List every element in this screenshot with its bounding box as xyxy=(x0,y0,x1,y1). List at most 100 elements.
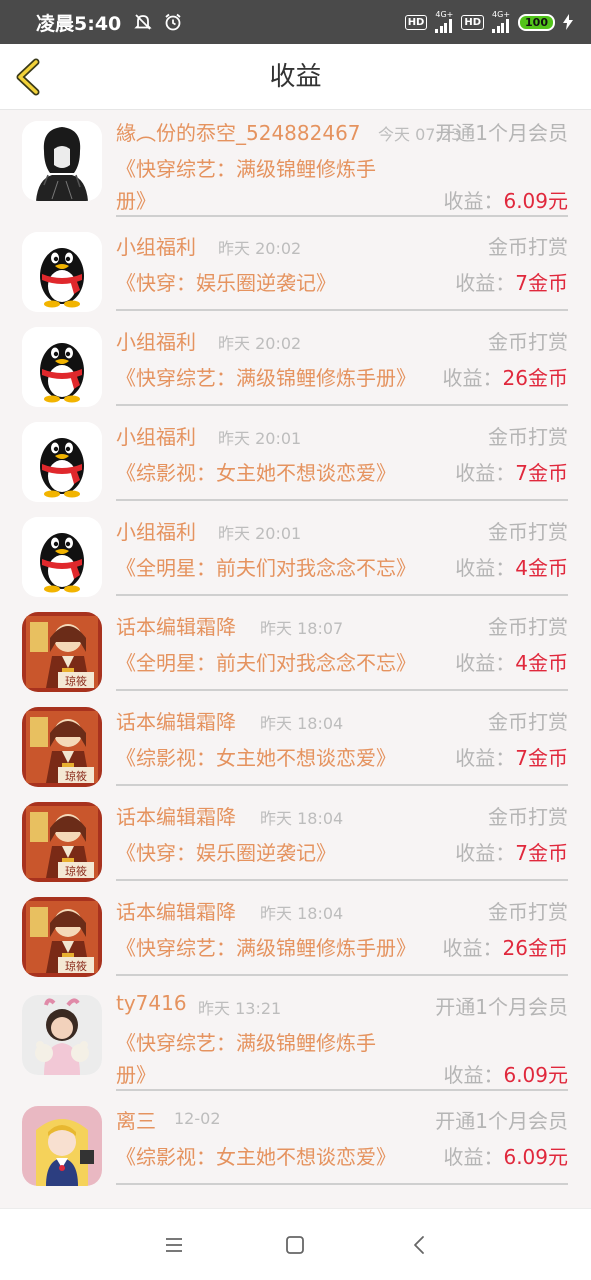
book-title[interactable]: 《快穿：娱乐圈逆袭记》 xyxy=(116,267,336,299)
menu-icon[interactable] xyxy=(160,1231,188,1259)
book-title[interactable]: 《综影视：女主她不想谈恋爱》 xyxy=(116,742,396,774)
book-title[interactable]: 《全明星：前夫们对我念念不忘》 xyxy=(116,647,416,679)
earning-item[interactable]: 离三 12-02 开通1个月会员 《综影视：女主她不想谈恋爱》 收益：6.09元 xyxy=(0,1103,591,1198)
earning-item[interactable]: 小组福利 昨天 20:02 金币打赏 《快穿：娱乐圈逆袭记》 收益：7金币 xyxy=(0,229,591,324)
username[interactable]: 话本编辑霜降 xyxy=(116,896,236,925)
earning-item[interactable]: 小组福利 昨天 20:01 金币打赏 《综影视：女主她不想谈恋爱》 收益：7金币 xyxy=(0,419,591,514)
earning-item[interactable]: 小组福利 昨天 20:02 金币打赏 《快穿综艺：满级锦鲤修炼手册》 收益：26金币 xyxy=(0,324,591,419)
earning-amount: 收益：4金币 xyxy=(455,552,568,584)
earning-type: 开通1个月会员 xyxy=(435,1109,568,1133)
earning-item[interactable]: 琼筱 话本编辑霜降 昨天 18:04 金币打赏 《快穿综艺：满级锦鲤修炼手册》 收益：2… xyxy=(0,894,591,989)
signal-2: 4G+ xyxy=(492,11,510,33)
earning-amount: 收益：7金币 xyxy=(455,837,568,869)
svg-text:琼筱: 琼筱 xyxy=(65,959,87,973)
earning-label: 收益： xyxy=(443,1145,504,1169)
timestamp: 昨天 18:04 xyxy=(260,809,344,828)
book-title[interactable]: 《快穿综艺：满级锦鲤修炼手 xyxy=(116,1027,376,1059)
avatar[interactable]: 琼筱 xyxy=(22,897,102,977)
book-title-continued[interactable]: 册》 xyxy=(116,185,156,217)
avatar[interactable] xyxy=(22,327,102,407)
username[interactable]: 小组福利 xyxy=(116,516,196,545)
timestamp: 昨天 18:04 xyxy=(260,714,344,733)
username[interactable]: 小组福利 xyxy=(116,421,196,450)
earning-label: 收益： xyxy=(455,556,516,580)
username[interactable]: 小组福利 xyxy=(116,231,196,260)
timestamp: 昨天 20:02 xyxy=(218,334,302,353)
battery-indicator: 100 xyxy=(518,13,555,31)
book-title[interactable]: 《综影视：女主她不想谈恋爱》 xyxy=(116,457,396,489)
username[interactable]: 离三 xyxy=(116,1105,156,1134)
book-title[interactable]: 《综影视：女主她不想谈恋爱》 xyxy=(116,1141,396,1173)
earning-item[interactable]: 琼筱 话本编辑霜降 昨天 18:04 金币打赏《综影视：女主她不想谈恋爱》 收益：7金… xyxy=(0,704,591,799)
earning-label: 收益： xyxy=(443,1063,504,1087)
avatar[interactable] xyxy=(22,517,102,597)
username[interactable]: ty7416 xyxy=(116,991,187,1015)
avatar[interactable] xyxy=(22,1106,102,1186)
book-title[interactable]: 《全明星：前夫们对我念念不忘》 xyxy=(116,552,416,584)
earnings-list[interactable]: 緣︵份的忝空_524882467 今天 07:23 开通1个月会员 《快穿综艺：满级锦… xyxy=(0,110,591,1208)
avatar[interactable] xyxy=(22,422,102,502)
hd-badge-1: HD xyxy=(404,14,428,30)
book-title[interactable]: 《快穿综艺：满级锦鲤修炼手册》 xyxy=(116,932,416,964)
book-title[interactable]: 《快穿：娱乐圈逆袭记》 xyxy=(116,837,336,869)
svg-text:琼筱: 琼筱 xyxy=(65,769,87,783)
network-type-1: 4G+ xyxy=(435,10,454,19)
earning-amount: 收益：4金币 xyxy=(455,647,568,679)
notifications-off-icon xyxy=(134,14,152,30)
earning-amount: 收益：7金币 xyxy=(455,267,568,299)
home-square-icon[interactable] xyxy=(281,1231,309,1259)
avatar[interactable]: 琼筱 xyxy=(22,707,102,787)
timestamp: 昨天 13:21 xyxy=(198,999,282,1018)
earning-item[interactable]: 琼筱 话本编辑霜降 昨天 18:04 金币打赏《快穿：娱乐圈逆袭记》 收益：7金币 xyxy=(0,799,591,894)
earning-type: 金币打赏 xyxy=(488,520,568,544)
charging-bolt-icon xyxy=(563,14,573,30)
timestamp: 昨天 18:07 xyxy=(260,619,344,638)
earning-type: 金币打赏 xyxy=(488,805,568,829)
earning-label: 收益： xyxy=(455,841,516,865)
username[interactable]: 话本编辑霜降 xyxy=(116,801,236,830)
earning-type: 金币打赏 xyxy=(488,235,568,259)
earning-item[interactable]: 緣︵份的忝空_524882467 今天 07:23 开通1个月会员 《快穿综艺：满级锦… xyxy=(0,115,591,229)
avatar[interactable] xyxy=(22,121,102,201)
avatar[interactable] xyxy=(22,232,102,312)
timestamp: 昨天 20:01 xyxy=(218,429,302,448)
earning-value: 6.09元 xyxy=(503,1145,568,1169)
back-triangle-icon[interactable] xyxy=(406,1231,434,1259)
earning-amount: 收益：26金币 xyxy=(443,932,568,964)
earning-type: 金币打赏 xyxy=(488,330,568,354)
network-type-2: 4G+ xyxy=(492,10,511,19)
book-title[interactable]: 《快穿综艺：满级锦鲤修炼手 xyxy=(116,153,376,185)
system-nav-bar xyxy=(0,1208,591,1280)
earning-value: 4金币 xyxy=(515,651,568,675)
earning-label: 收益： xyxy=(455,651,516,675)
earning-amount: 收益：6.09元 xyxy=(443,185,568,217)
svg-text:琼筱: 琼筱 xyxy=(65,864,87,878)
earning-label: 收益： xyxy=(455,271,516,295)
earning-amount: 收益：7金币 xyxy=(455,742,568,774)
earning-type: 金币打赏 xyxy=(488,710,568,734)
earning-value: 7金币 xyxy=(515,271,568,295)
page-title: 收益 xyxy=(269,62,322,92)
earning-value: 6.09元 xyxy=(503,189,568,213)
avatar[interactable]: 琼筱 xyxy=(22,612,102,692)
avatar[interactable] xyxy=(22,995,102,1075)
timestamp: 昨天 18:04 xyxy=(260,904,344,923)
signal-1: 4G+ xyxy=(435,11,453,33)
username[interactable]: 话本编辑霜降 xyxy=(116,706,236,735)
username[interactable]: 緣︵份的忝空_524882467 xyxy=(116,117,361,146)
earning-value: 7金币 xyxy=(515,746,568,770)
book-title[interactable]: 《快穿综艺：满级锦鲤修炼手册》 xyxy=(116,362,416,394)
status-bar: 凌晨5:40 HD 4G+ HD 4G+ 100 xyxy=(0,0,591,44)
username[interactable]: 小组福利 xyxy=(116,326,196,355)
earning-item[interactable]: ty7416 昨天 13:21 开通1个月会员 《快穿综艺：满级锦鲤修炼手 册》 收益：6… xyxy=(0,989,591,1103)
book-title-continued[interactable]: 册》 xyxy=(116,1059,156,1091)
earning-item[interactable]: 琼筱 话本编辑霜降 昨天 18:07 金币打赏 《全明星：前夫们对我念念不忘》 收益：4… xyxy=(0,609,591,704)
earning-value: 6.09元 xyxy=(503,1063,568,1087)
username[interactable]: 话本编辑霜降 xyxy=(116,611,236,640)
earning-type: 金币打赏 xyxy=(488,425,568,449)
earning-label: 收益： xyxy=(455,461,516,485)
header: 收益 xyxy=(0,44,591,110)
avatar[interactable]: 琼筱 xyxy=(22,802,102,882)
earning-value: 26金币 xyxy=(502,936,568,960)
earning-item[interactable]: 小组福利 昨天 20:01 金币打赏 《全明星：前夫们对我念念不忘》 收益：4金币 xyxy=(0,514,591,609)
